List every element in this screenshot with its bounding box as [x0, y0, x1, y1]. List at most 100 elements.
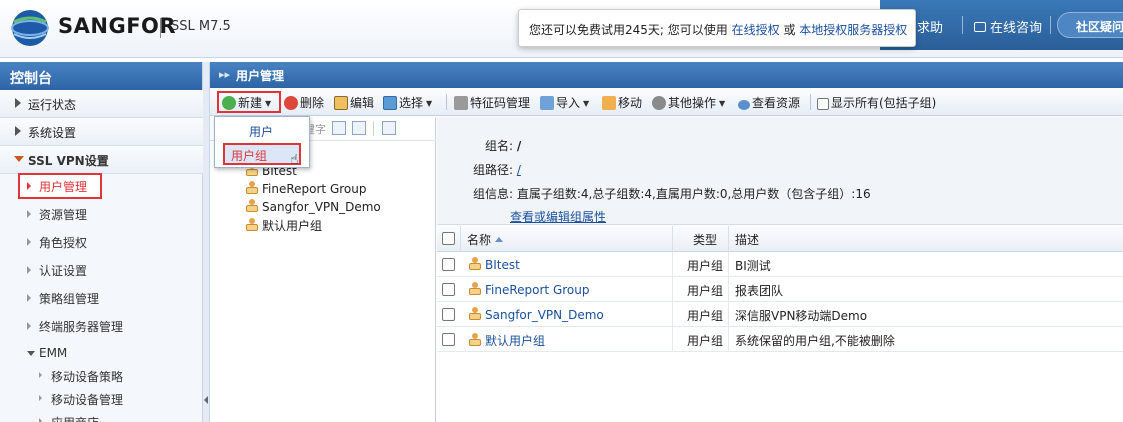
search-icon[interactable]: [332, 121, 346, 135]
brand-divider: [160, 18, 161, 38]
header-name[interactable]: 名称: [461, 226, 673, 251]
tree-expand-icon[interactable]: [352, 121, 366, 135]
feature-code-button[interactable]: 特征码管理: [454, 94, 530, 111]
name-cell: 默认用户组: [461, 327, 673, 351]
sidebar-item-label: 应用商店: [51, 414, 99, 422]
description-cell: BI测试: [735, 259, 771, 273]
row-checkbox[interactable]: [442, 308, 455, 321]
sidebar-item-mobile-device-management[interactable]: 移动设备管理: [0, 387, 203, 409]
other-ops-button[interactable]: 其他操作 ▼: [652, 94, 725, 111]
show-all-checkbox[interactable]: 显示所有(包括子组): [817, 94, 936, 111]
view-resources-button[interactable]: 查看资源: [738, 94, 800, 111]
sort-asc-icon: [495, 237, 504, 242]
group-path-row: 组路径: /: [463, 161, 521, 178]
online-consult-link[interactable]: 在线咨询: [974, 17, 1042, 36]
sidebar-item-auth-settings[interactable]: 认证设置: [0, 256, 203, 284]
group-name-link[interactable]: 默认用户组: [485, 334, 545, 348]
type-cell: 用户组: [673, 302, 729, 326]
table-row[interactable]: 默认用户组 用户组 系统保留的用户组,不能被删除: [437, 327, 1123, 352]
tree-node-label: FineReport Group: [262, 182, 367, 196]
header-divider: [962, 16, 963, 34]
sidebar-item-mobile-policy[interactable]: 移动设备策略: [0, 364, 203, 386]
gear-icon: [652, 96, 666, 110]
user-group-icon: [244, 218, 259, 232]
tree-list-icon[interactable]: [382, 121, 396, 135]
online-license-link[interactable]: 在线授权: [732, 23, 780, 37]
sidebar-item-resource-management[interactable]: 资源管理: [0, 200, 203, 228]
name-cell: FineReport Group: [461, 277, 673, 301]
table-row[interactable]: Sangfor_VPN_Demo 用户组 深信服VPN移动端Demo: [437, 302, 1123, 327]
description-cell: 深信服VPN移动端Demo: [735, 309, 868, 323]
user-group-icon: [467, 282, 482, 296]
table-row[interactable]: BItest 用户组 BI测试: [437, 252, 1123, 277]
sidebar-splitter[interactable]: [203, 62, 210, 422]
sidebar-item-system-settings[interactable]: 系统设置: [0, 118, 203, 146]
local-license-server-link[interactable]: 本地授权服务器授权: [799, 23, 907, 37]
sidebar-item-label: 策略组管理: [39, 292, 100, 306]
bullet-icon: [27, 294, 31, 302]
select-all-checkbox[interactable]: [442, 232, 455, 245]
header-type[interactable]: 类型: [673, 226, 729, 251]
panel-title-bar: ▸▸ 用户管理: [210, 62, 1123, 88]
sidebar-item-policy-group[interactable]: 策略组管理: [0, 284, 203, 312]
sidebar-item-ssl-vpn-settings[interactable]: SSL VPN设置: [0, 146, 203, 174]
group-detail-panel: 组名: / 组路径: / 组信息: 直属子组数:4,总子组数:4,直属用户数:0…: [437, 117, 1123, 422]
select-label: 选择: [399, 96, 424, 110]
group-path-link[interactable]: /: [517, 163, 521, 177]
community-button[interactable]: 社区疑问: [1057, 12, 1123, 38]
group-name-row: 组名: /: [477, 137, 521, 154]
group-name-link[interactable]: FineReport Group: [485, 283, 589, 297]
menu-item-user[interactable]: 用户: [215, 119, 309, 141]
header-divider: [1050, 16, 1051, 34]
hand-cursor-icon: ☝: [290, 152, 299, 168]
import-button[interactable]: 导入 ▼: [540, 94, 589, 111]
collapse-sidebar-icon[interactable]: [204, 396, 208, 404]
row-checkbox[interactable]: [442, 333, 455, 346]
sidebar-item-user-management[interactable]: 用户管理: [0, 172, 203, 200]
header-description[interactable]: 描述: [729, 226, 1123, 251]
tree-node-label: 默认用户组: [262, 219, 323, 233]
table-row[interactable]: FineReport Group 用户组 报表团队: [437, 277, 1123, 302]
sidebar-item-status[interactable]: 运行状态: [0, 90, 203, 118]
row-checkbox[interactable]: [442, 283, 455, 296]
group-name-link[interactable]: Sangfor_VPN_Demo: [485, 308, 604, 322]
bullet-icon: [39, 418, 42, 422]
edit-group-row: 查看或编辑组属性: [510, 208, 606, 225]
sidebar-item-label: SSL VPN设置: [28, 154, 109, 168]
new-button[interactable]: 新建 ▼: [222, 94, 271, 111]
eye-icon: [738, 100, 750, 110]
user-group-icon: [467, 333, 482, 347]
sidebar-item-role-authorization[interactable]: 角色授权: [0, 228, 203, 256]
show-all-label: 显示所有(包括子组): [831, 96, 937, 110]
sidebar-item-label: 系统设置: [28, 126, 77, 140]
name-cell: BItest: [461, 252, 673, 276]
sidebar-item-app-store[interactable]: 应用商店: [0, 410, 203, 422]
select-button[interactable]: 选择 ▼: [383, 94, 432, 111]
tree-node[interactable]: FineReport Group: [244, 181, 366, 196]
delete-button[interactable]: 删除: [284, 94, 324, 111]
move-button[interactable]: 移动: [602, 94, 642, 111]
group-name-link[interactable]: BItest: [485, 258, 520, 272]
help-link[interactable]: 求助: [917, 17, 943, 36]
edit-button[interactable]: 编辑: [334, 94, 374, 111]
view-resources-label: 查看资源: [752, 96, 801, 110]
group-info-row: 组信息: 直属子组数:4,总子组数:4,直属用户数:0,总用户数（包含子组）:1…: [463, 185, 871, 202]
trial-notice-tooltip: 您还可以免费试用245天; 您可以使用 在线授权 或 本地授权服务器授权: [518, 9, 916, 47]
user-group-icon: [467, 307, 482, 321]
expand-arrow-icon: [15, 98, 21, 108]
toolbar: 新建 ▼ 删除 编辑 选择 ▼ 特征码管理 导入 ▼ 移动 其他操作 ▼ 查看资源 显示…: [210, 88, 1123, 116]
sidebar-item-terminal-server[interactable]: 终端服务器管理: [0, 312, 203, 340]
edit-group-properties-link[interactable]: 查看或编辑组属性: [510, 210, 606, 224]
type-cell: 用户组: [673, 277, 729, 301]
import-icon: [540, 96, 554, 110]
edit-icon: [334, 96, 348, 110]
feature-code-label: 特征码管理: [470, 96, 531, 110]
checkbox-icon: [817, 98, 829, 110]
row-checkbox[interactable]: [442, 258, 455, 271]
bullet-icon: [27, 210, 31, 218]
dropdown-arrow-icon: ▼: [583, 99, 590, 108]
collapse-arrow-icon: [14, 156, 24, 162]
sidebar-item-label: 运行状态: [28, 98, 77, 112]
tree-node[interactable]: Sangfor_VPN_Demo: [244, 199, 381, 214]
tree-node[interactable]: 默认用户组: [244, 217, 322, 234]
